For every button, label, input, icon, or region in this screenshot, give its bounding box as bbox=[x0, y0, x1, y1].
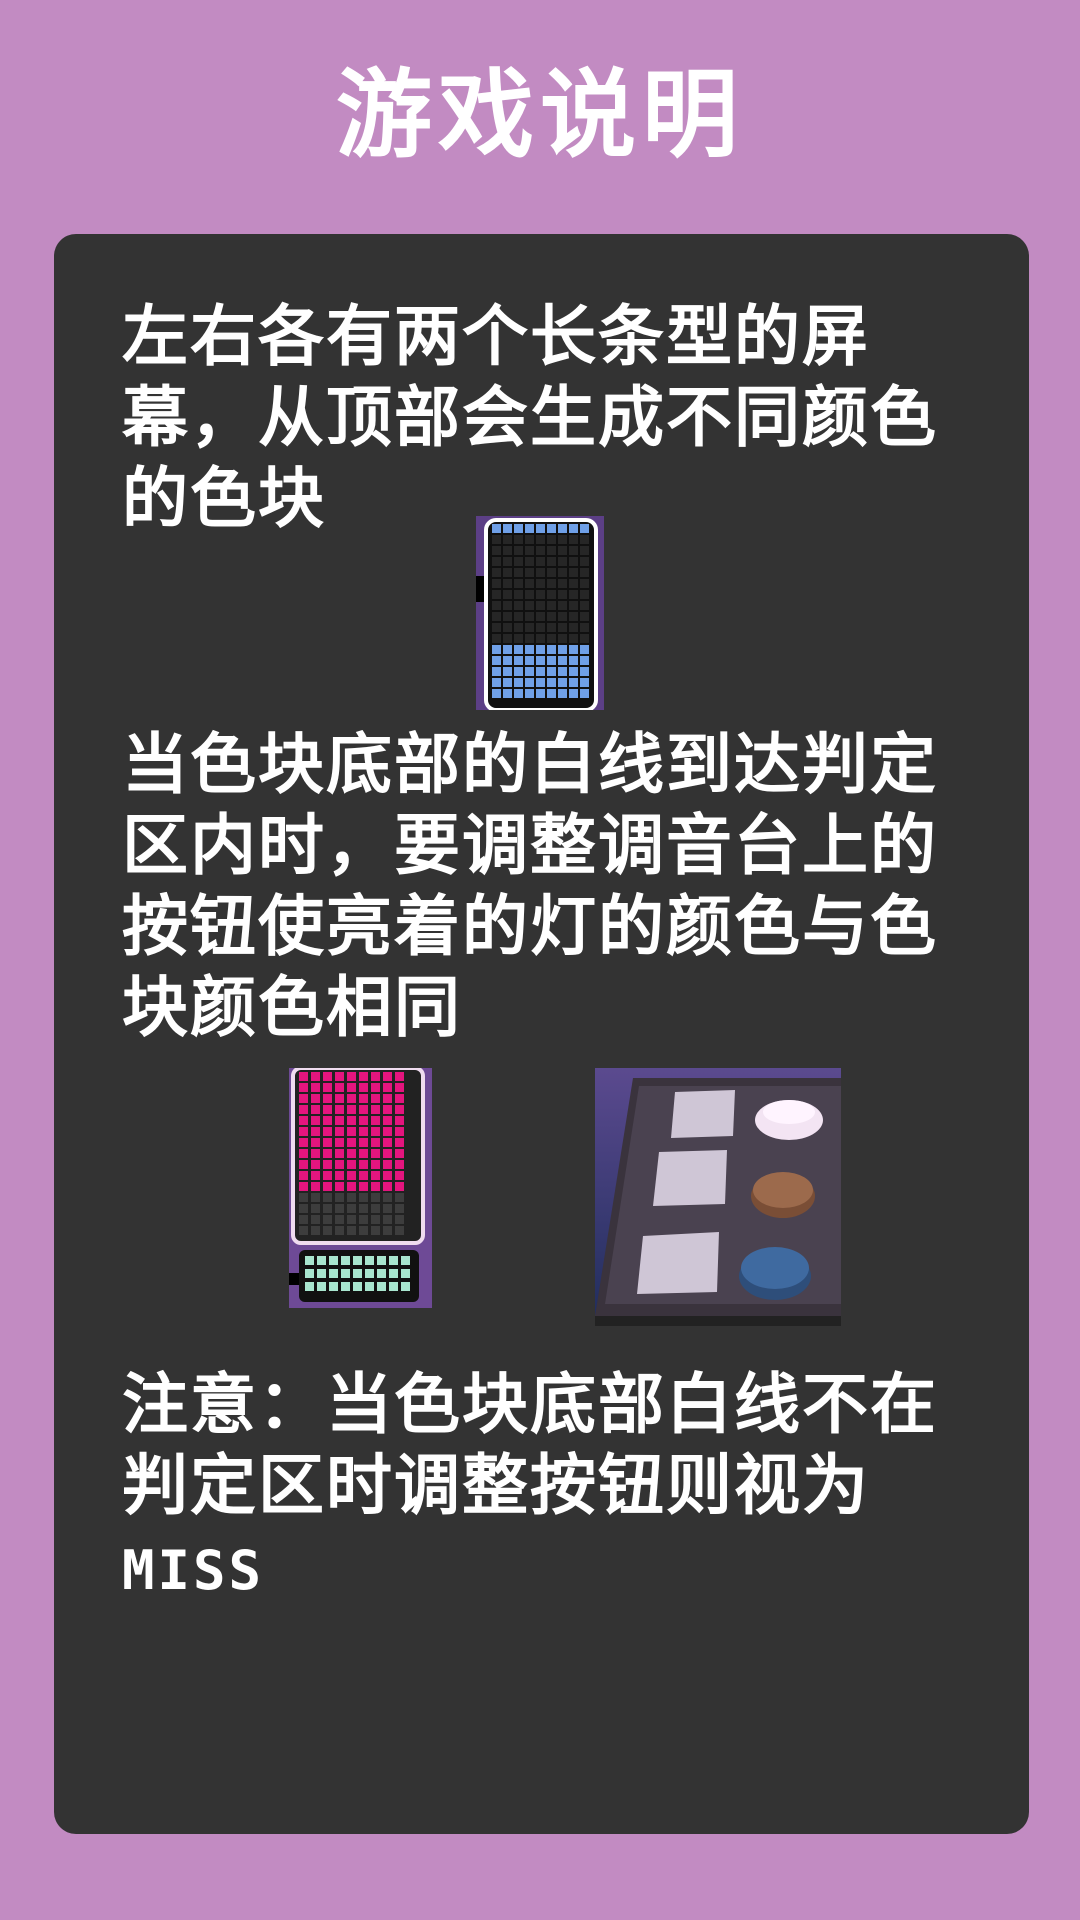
screen-strip-blue-illustration bbox=[476, 516, 604, 710]
screen-strip-pink-illustration bbox=[289, 1068, 432, 1308]
instruction-miss-note: 注意：当色块底部白线不在判定区时调整按钮则视为 MISS bbox=[122, 1364, 952, 1611]
instruction-screens: 左右各有两个长条型的屏幕，从顶部会生成不同颜色的色块 bbox=[122, 298, 938, 537]
mixer-console-illustration bbox=[595, 1068, 841, 1326]
miss-note-text: 注意：当色块底部白线不在判定区时调整按钮则视为 bbox=[122, 1366, 938, 1524]
instructions-panel: 左右各有两个长条型的屏幕，从顶部会生成不同颜色的色块 当色块底部的白线到达判定区… bbox=[54, 234, 1029, 1834]
miss-label: MISS bbox=[122, 1539, 265, 1602]
instruction-judging: 当色块底部的白线到达判定区内时，要调整调音台上的按钮使亮着的灯的颜色与色块颜色相… bbox=[122, 726, 938, 1046]
page-title: 游戏说明 bbox=[336, 59, 744, 171]
